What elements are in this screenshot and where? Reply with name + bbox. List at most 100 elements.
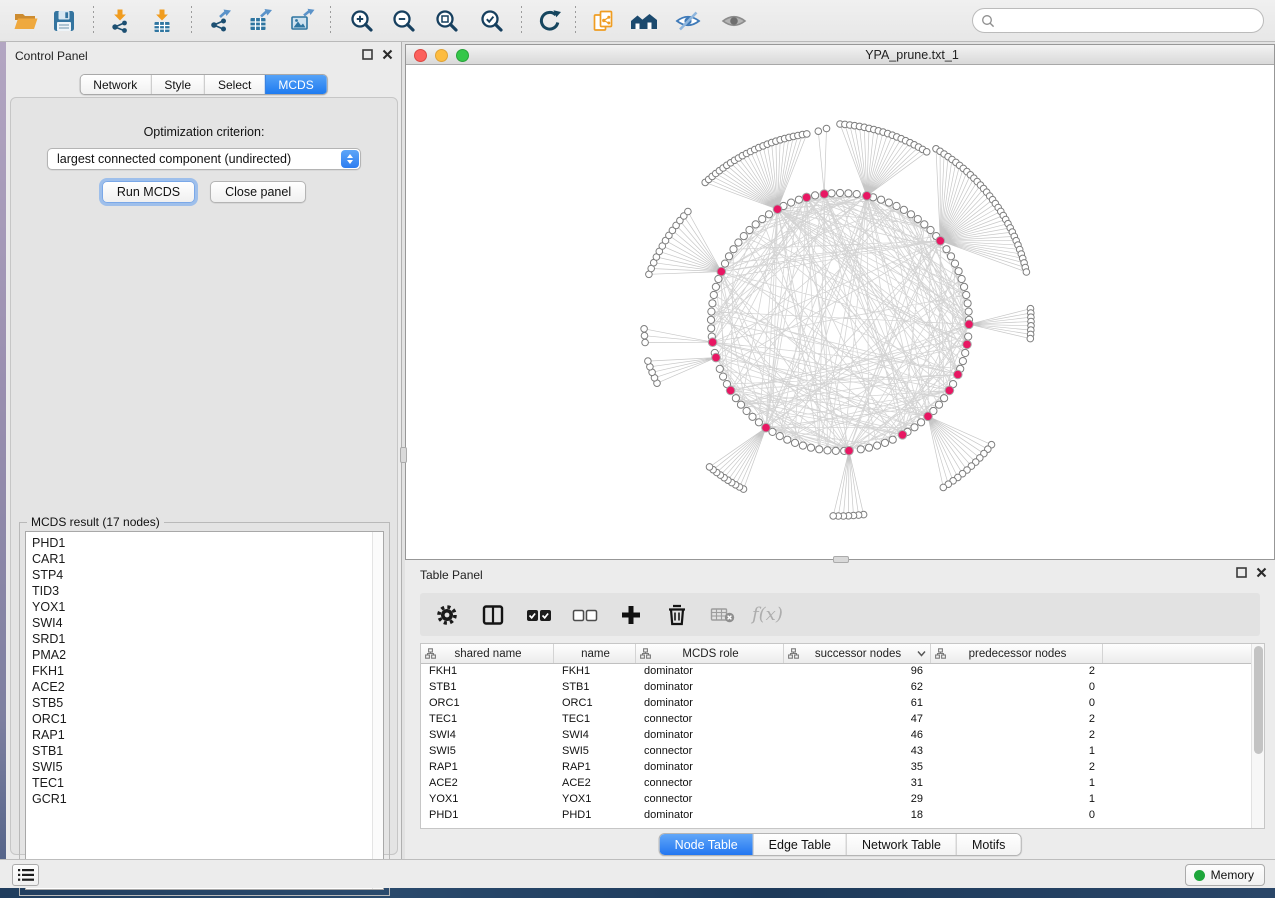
mcds-result-item[interactable]: SRD1	[32, 631, 383, 647]
graph-mcds-node[interactable]	[820, 190, 829, 199]
mcds-result-item[interactable]: STB1	[32, 743, 383, 759]
graph-node[interactable]	[715, 275, 722, 282]
graph-mcds-node[interactable]	[726, 386, 735, 395]
horizontal-splitter-handle[interactable]	[833, 556, 849, 563]
float-panel-icon[interactable]	[362, 49, 373, 60]
graph-node[interactable]	[765, 211, 772, 218]
export-image-button[interactable]	[288, 7, 316, 35]
graph-node[interactable]	[799, 442, 806, 449]
refresh-layout-button[interactable]	[536, 7, 564, 35]
graph-node[interactable]	[965, 308, 972, 315]
mcds-result-item[interactable]: GCR1	[32, 791, 383, 807]
graph-node[interactable]	[941, 395, 948, 402]
tab-style[interactable]: Style	[150, 75, 204, 94]
search-input[interactable]	[995, 10, 1263, 31]
tab-edge-table[interactable]: Edge Table	[753, 834, 846, 855]
graph-leaf-node[interactable]	[685, 208, 692, 215]
graph-leaf-node[interactable]	[804, 131, 811, 138]
vertical-splitter-handle[interactable]	[400, 447, 407, 463]
graph-node[interactable]	[707, 316, 714, 323]
graph-leaf-node[interactable]	[940, 484, 947, 491]
search-field[interactable]	[972, 8, 1264, 33]
graph-node[interactable]	[885, 199, 892, 206]
delete-table-button[interactable]	[710, 602, 736, 628]
table-row[interactable]: YOX1YOX1connector291	[421, 792, 1264, 808]
mcds-result-item[interactable]: CAR1	[32, 551, 383, 567]
graph-node[interactable]	[828, 190, 835, 197]
table-row[interactable]: FKH1FKH1dominator962	[421, 664, 1264, 680]
graph-node[interactable]	[795, 196, 802, 203]
graph-node[interactable]	[752, 221, 759, 228]
graph-mcds-node[interactable]	[936, 237, 945, 246]
graph-node[interactable]	[907, 211, 914, 218]
graph-node[interactable]	[743, 407, 750, 414]
graph-node[interactable]	[740, 233, 747, 240]
graph-node[interactable]	[720, 373, 727, 380]
mcds-result-item[interactable]: YOX1	[32, 599, 383, 615]
graph-node[interactable]	[893, 202, 900, 209]
maximize-window-button[interactable]	[456, 49, 469, 62]
graph-node[interactable]	[735, 239, 742, 246]
graph-node[interactable]	[955, 268, 962, 275]
graph-leaf-node[interactable]	[823, 125, 830, 132]
graph-node[interactable]	[708, 308, 715, 315]
close-panel-icon[interactable]	[382, 49, 393, 60]
float-panel-icon[interactable]	[1236, 567, 1247, 578]
mcds-result-list[interactable]: PHD1CAR1STP4TID3YOX1SWI4SRD1PMA2FKH1ACE2…	[25, 531, 384, 890]
table-row[interactable]: SWI4SWI4dominator462	[421, 728, 1264, 744]
import-table-button[interactable]	[148, 7, 176, 35]
mcds-result-item[interactable]: ORC1	[32, 711, 383, 727]
table-row[interactable]: TEC1TEC1connector472	[421, 712, 1264, 728]
graph-node[interactable]	[865, 444, 872, 451]
graph-mcds-node[interactable]	[762, 423, 771, 432]
tab-select[interactable]: Select	[204, 75, 264, 94]
open-file-button[interactable]	[12, 7, 40, 35]
select-all-rows-button[interactable]	[526, 602, 552, 628]
graph-node[interactable]	[784, 436, 791, 443]
graph-node[interactable]	[755, 419, 762, 426]
graph-node[interactable]	[712, 283, 719, 290]
graph-node[interactable]	[964, 300, 971, 307]
graph-node[interactable]	[961, 283, 968, 290]
network-canvas[interactable]	[406, 65, 1274, 559]
close-panel-icon[interactable]	[1256, 567, 1267, 578]
table-row[interactable]: STB1STB1dominator620	[421, 680, 1264, 696]
graph-node[interactable]	[874, 442, 881, 449]
graph-node[interactable]	[721, 260, 728, 267]
mcds-list-scrollbar[interactable]	[372, 532, 383, 889]
graph-node[interactable]	[927, 226, 934, 233]
minimize-window-button[interactable]	[435, 49, 448, 62]
tab-mcds[interactable]: MCDS	[264, 75, 326, 94]
graph-node[interactable]	[900, 206, 907, 213]
create-column-button[interactable]	[618, 602, 644, 628]
graph-node[interactable]	[836, 189, 843, 196]
memory-button[interactable]: Memory	[1185, 864, 1265, 886]
status-list-button[interactable]	[12, 864, 39, 886]
close-panel-button[interactable]: Close panel	[210, 181, 306, 203]
show-columns-button[interactable]	[480, 602, 506, 628]
graph-node[interactable]	[845, 190, 852, 197]
table-row[interactable]: ACE2ACE2connector311	[421, 776, 1264, 792]
graph-leaf-node[interactable]	[641, 326, 648, 333]
mcds-result-item[interactable]: SWI5	[32, 759, 383, 775]
graph-node[interactable]	[911, 424, 918, 431]
graph-mcds-node[interactable]	[773, 205, 782, 214]
graph-node[interactable]	[776, 433, 783, 440]
column-header-name[interactable]: name	[554, 644, 636, 663]
graph-node[interactable]	[746, 226, 753, 233]
graph-leaf-node[interactable]	[815, 128, 822, 135]
mcds-result-item[interactable]: SWI4	[32, 615, 383, 631]
table-row[interactable]: RAP1RAP1dominator352	[421, 760, 1264, 776]
graph-mcds-node[interactable]	[845, 446, 854, 455]
graph-node[interactable]	[759, 216, 766, 223]
mcds-result-item[interactable]: FKH1	[32, 663, 383, 679]
graph-node[interactable]	[737, 401, 744, 408]
graph-node[interactable]	[962, 349, 969, 356]
graph-node[interactable]	[807, 444, 814, 451]
graph-mcds-node[interactable]	[945, 386, 954, 395]
graph-mcds-node[interactable]	[965, 320, 974, 329]
graph-node[interactable]	[959, 358, 966, 365]
table-row[interactable]: SWI5SWI5connector431	[421, 744, 1264, 760]
import-network-button[interactable]	[106, 7, 134, 35]
graph-node[interactable]	[943, 246, 950, 253]
